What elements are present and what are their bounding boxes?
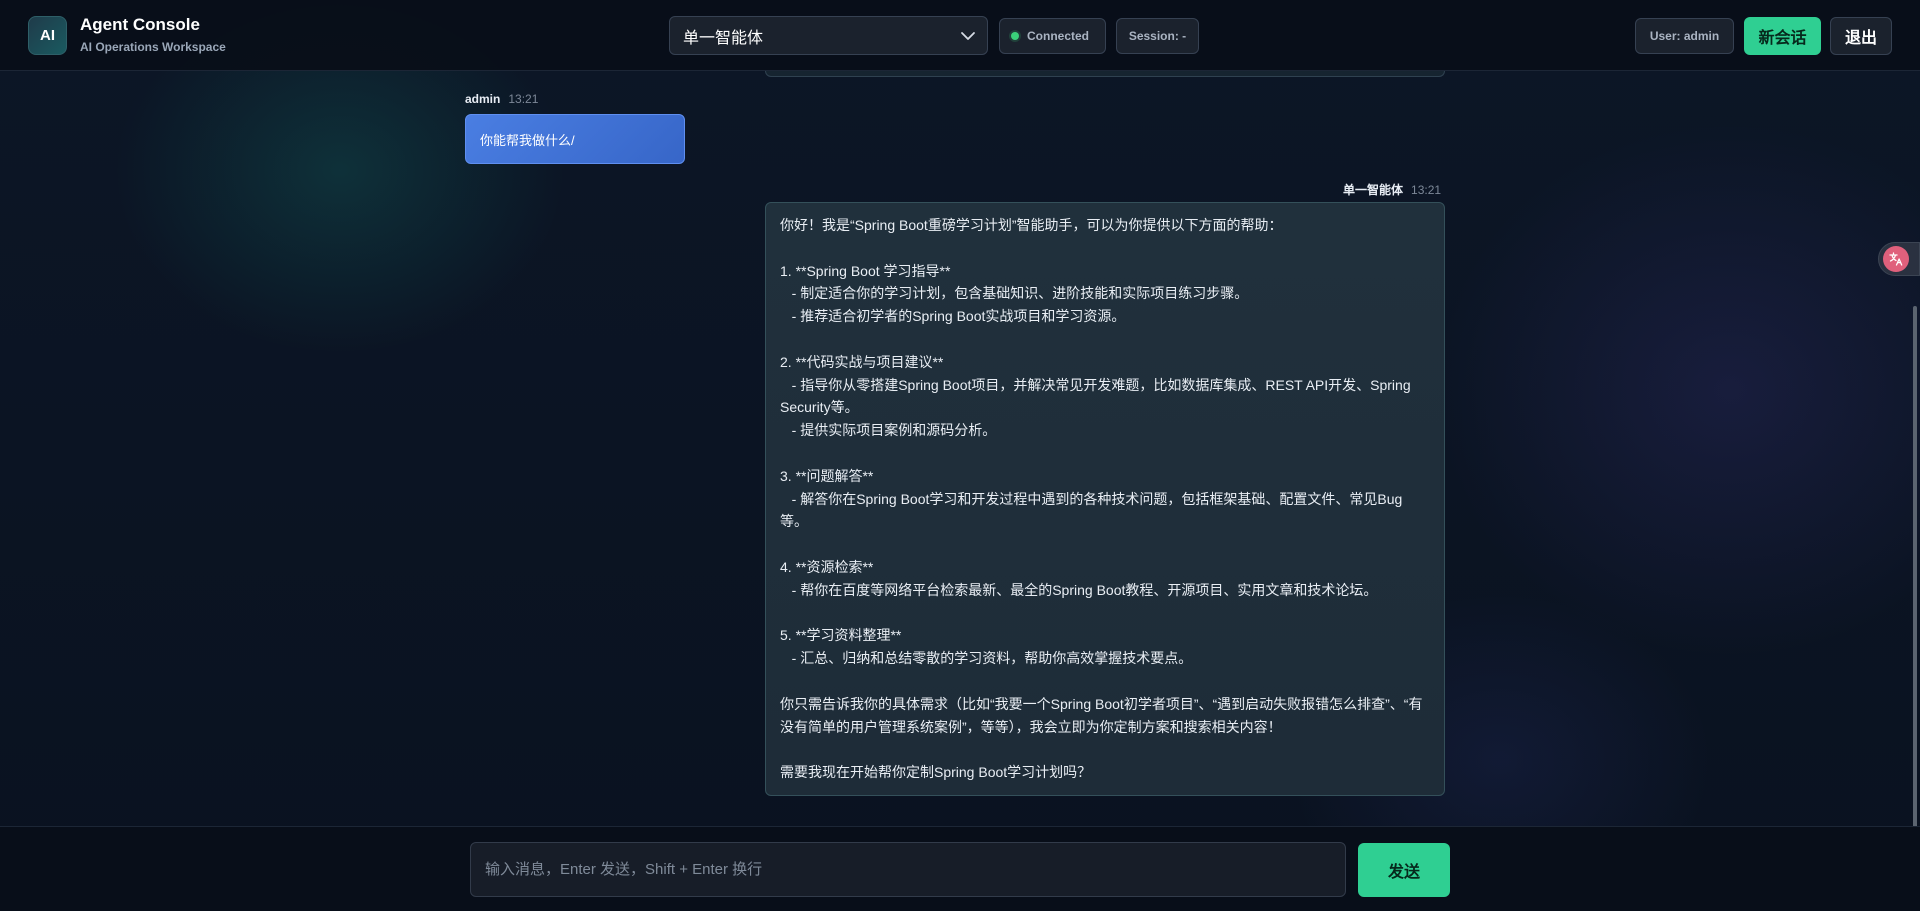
user-message-bubble: 你能帮我做什么/ — [465, 114, 685, 164]
translate-button[interactable] — [1878, 242, 1920, 276]
assistant-message-meta: 单一智能体 13:21 — [1343, 181, 1441, 198]
agent-select[interactable]: 单一智能体 — [669, 16, 988, 55]
message-time: 13:21 — [508, 92, 539, 106]
previous-message-bubble — [765, 71, 1445, 77]
user-message-meta: admin 13:21 — [465, 92, 538, 106]
agent-select-value: 单一智能体 — [683, 29, 764, 47]
chat-scrollbar[interactable] — [1913, 306, 1917, 827]
connection-status-badge: Connected — [999, 18, 1106, 54]
session-badge: Session: - — [1116, 18, 1199, 54]
ai-logo-icon: AI — [28, 16, 67, 55]
chat-area[interactable]: admin 13:21 你能帮我做什么/ 单一智能体 13:21 你好！我是“S… — [0, 71, 1920, 827]
translate-icon — [1883, 246, 1909, 272]
message-time: 13:21 — [1411, 183, 1442, 197]
message-sender: admin — [465, 92, 501, 106]
connection-status-label: Connected — [1027, 29, 1090, 43]
agent-console-app: AI Agent Console AI Operations Workspace… — [0, 0, 1920, 911]
app-title: Agent Console — [80, 15, 200, 34]
message-composer: 发送 — [0, 826, 1920, 911]
chevron-down-icon — [961, 32, 975, 40]
send-button[interactable]: 发送 — [1358, 843, 1450, 897]
assistant-message-bubble: 你好！我是“Spring Boot重磅学习计划”智能助手，可以为你提供以下方面的… — [765, 202, 1445, 796]
logout-button[interactable]: 退出 — [1830, 17, 1892, 55]
message-sender: 单一智能体 — [1343, 183, 1404, 197]
app-subtitle: AI Operations Workspace — [80, 40, 226, 54]
new-session-button[interactable]: 新会话 — [1744, 17, 1821, 55]
top-header: AI Agent Console AI Operations Workspace… — [0, 0, 1920, 71]
status-dot-icon — [1011, 32, 1019, 40]
user-badge: User: admin — [1635, 18, 1734, 54]
message-input[interactable] — [470, 842, 1346, 897]
